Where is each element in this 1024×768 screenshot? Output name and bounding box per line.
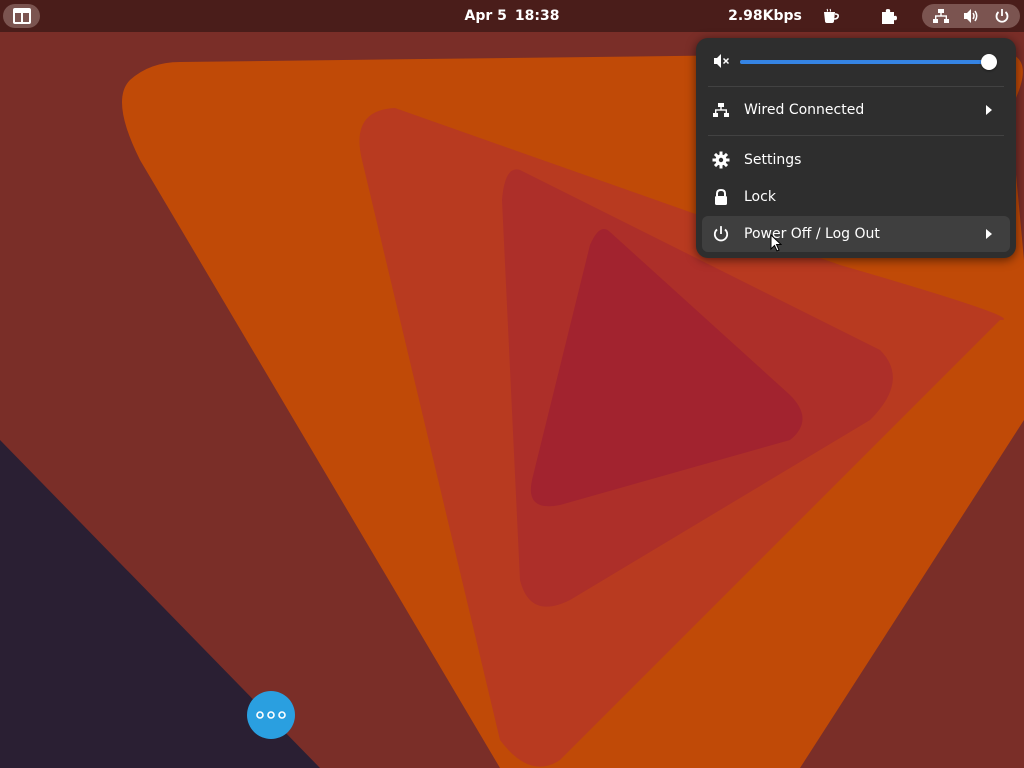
submenu-arrow-icon <box>986 105 992 115</box>
activities-icon <box>12 8 31 24</box>
show-apps-button[interactable] <box>247 691 295 739</box>
menu-item-label: Wired Connected <box>744 102 865 118</box>
activities-button[interactable] <box>3 4 40 28</box>
menu-separator <box>708 135 1004 136</box>
submenu-arrow-icon <box>986 229 992 239</box>
network-wired-icon <box>933 9 950 23</box>
system-quick-menu: Wired Connected Settings Lock Power Off … <box>696 38 1016 258</box>
volume-icon <box>963 9 978 23</box>
caffeine-button[interactable] <box>812 4 850 28</box>
menu-item-label: Settings <box>744 152 802 168</box>
net-speed-indicator[interactable]: 2.98Kbps <box>722 0 808 32</box>
top-bar: Apr 5 18:38 2.98Kbps <box>0 0 1024 32</box>
volume-slider[interactable] <box>740 54 997 70</box>
more-dots-icon <box>256 711 286 719</box>
clock-date[interactable]: Apr 5 <box>465 8 507 24</box>
gear-icon <box>712 151 730 169</box>
menu-item-lock[interactable]: Lock <box>702 179 1010 215</box>
menu-item-wired-connected[interactable]: Wired Connected <box>702 92 1010 128</box>
volume-slider-fill <box>740 60 989 64</box>
clock-time[interactable]: 18:38 <box>515 8 560 24</box>
menu-item-settings[interactable]: Settings <box>702 142 1010 178</box>
menu-item-label: Power Off / Log Out <box>744 226 880 242</box>
menu-separator <box>708 86 1004 87</box>
mouse-pointer-icon <box>770 234 782 252</box>
puzzle-piece-icon <box>882 9 897 24</box>
power-icon <box>713 226 729 242</box>
extensions-button[interactable] <box>870 4 908 28</box>
volume-slider-handle[interactable] <box>980 54 997 70</box>
desktop: Apr 5 18:38 2.98Kbps Wired Connected Set… <box>0 0 1024 768</box>
system-menu-button[interactable] <box>922 4 1020 28</box>
volume-muted-icon <box>714 54 730 68</box>
network-wired-icon <box>713 103 729 117</box>
coffee-cup-icon <box>824 8 839 23</box>
power-icon <box>995 9 1008 23</box>
menu-item-label: Lock <box>744 189 776 205</box>
menu-item-power-off-log-out[interactable]: Power Off / Log Out <box>702 216 1010 252</box>
lock-icon <box>715 188 727 205</box>
